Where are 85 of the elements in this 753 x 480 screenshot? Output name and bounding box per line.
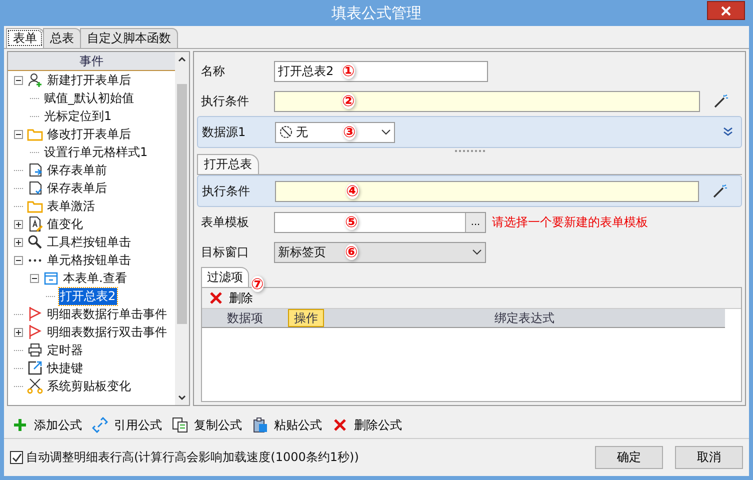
collapse-icon[interactable] — [14, 130, 23, 138]
expand-icon[interactable] — [723, 127, 733, 137]
condition-field[interactable] — [275, 180, 699, 202]
tab[interactable]: 自定义脚本函数 — [80, 28, 178, 48]
form-icon — [43, 270, 59, 286]
document-check-icon — [27, 180, 43, 196]
plus-icon — [12, 417, 28, 433]
tree-item[interactable]: 值变化 — [46, 216, 84, 232]
column-header[interactable]: 绑定表达式 — [324, 309, 725, 327]
field-label: 执行条件 — [200, 92, 250, 110]
collapse-icon[interactable] — [14, 256, 23, 264]
tab[interactable]: 总表 — [43, 28, 81, 48]
document-arrow-icon — [27, 162, 43, 178]
printer-icon — [27, 342, 43, 358]
tree-item[interactable]: 明细表数据行双击事件 — [46, 324, 168, 340]
tree-item[interactable]: 系统剪贴板变化 — [46, 378, 132, 394]
no-entry-icon — [279, 125, 293, 139]
field-label: 目标窗口 — [200, 244, 250, 260]
checkbox[interactable] — [10, 451, 23, 464]
dialog-button[interactable]: 确定 — [595, 446, 663, 469]
column-header[interactable]: 数据项 — [202, 309, 288, 327]
field-label: 表单模板 — [200, 214, 250, 230]
browse-button[interactable]: ... — [465, 212, 485, 232]
section-tab[interactable]: 打开总表 — [197, 154, 259, 174]
condition-field[interactable] — [274, 90, 700, 112]
tree-item[interactable]: 快捷键 — [46, 360, 84, 376]
shortcut-icon — [27, 360, 43, 376]
expand-icon[interactable] — [14, 328, 23, 336]
flag-icon — [27, 324, 43, 340]
clipboard-icon — [252, 417, 268, 433]
tree-item[interactable]: 保存表单后 — [46, 180, 108, 196]
column-header[interactable]: 操作 — [288, 309, 324, 327]
close-icon — [208, 290, 224, 306]
tree-item[interactable]: 本表单.查看 — [62, 270, 128, 286]
tree-item[interactable]: 打开总表2 — [59, 288, 117, 304]
tree-item[interactable]: 保存表单前 — [46, 162, 108, 178]
expand-icon[interactable] — [14, 220, 23, 228]
tree-item[interactable]: 修改打开表单后 — [46, 126, 132, 142]
toolbar-button[interactable]: 删除公式 — [332, 416, 402, 434]
link-icon — [92, 417, 108, 433]
tree-item[interactable]: 单元格按钮单击 — [46, 252, 132, 268]
scroll-up-icon[interactable] — [178, 56, 186, 62]
tree-item[interactable]: 设置行单元格样式1 — [43, 144, 149, 160]
tab[interactable]: 表单 — [6, 28, 44, 48]
close-button[interactable] — [707, 1, 745, 20]
tree-item[interactable]: 定时器 — [46, 342, 84, 358]
toolbar-button[interactable]: 复制公式 — [172, 416, 242, 434]
expand-icon[interactable] — [14, 238, 23, 246]
scroll-down-icon[interactable] — [178, 395, 186, 401]
annotation-number: ⑦ — [251, 276, 264, 292]
filter-tab[interactable]: 过滤项 — [201, 267, 249, 287]
tree-item[interactable]: 光标定位到1 — [43, 108, 113, 124]
tree-item[interactable]: 明细表数据行单击事件 — [46, 306, 168, 322]
column-header: 事件 — [8, 52, 175, 71]
window-title: 填表公式管理 — [332, 4, 422, 22]
toolbar-button[interactable]: 粘贴公式 — [252, 416, 322, 434]
checkbox-label[interactable]: 自动调整明细表行高(计算行高会影响加载速度(1000条约1秒)) — [26, 449, 359, 466]
scissors-icon — [27, 378, 43, 394]
tree-item[interactable]: 工具栏按钮单击 — [46, 234, 132, 250]
user-add-icon — [27, 72, 43, 88]
dots-icon — [27, 258, 43, 262]
magnifier-icon — [27, 234, 43, 250]
close-icon — [332, 417, 348, 433]
close-icon — [721, 6, 731, 16]
collapse-icon[interactable] — [14, 76, 23, 84]
caret-icon — [381, 129, 391, 135]
caret-icon — [472, 249, 482, 255]
tree-item[interactable]: 表单激活 — [46, 198, 96, 214]
hint-text: 请选择一个要新建的表单模板 — [492, 214, 648, 230]
tree-item[interactable]: 赋值_默认初始值 — [43, 90, 135, 106]
flag-icon — [27, 306, 43, 322]
field-label: 执行条件 — [201, 182, 251, 200]
scrollbar[interactable] — [175, 52, 189, 405]
delete-button[interactable]: 删除 — [206, 290, 255, 306]
field-label: 名称 — [200, 62, 226, 80]
toolbar-button[interactable]: 添加公式 — [12, 416, 82, 434]
toolbar-button[interactable]: 引用公式 — [92, 416, 162, 434]
document-pen-icon — [27, 216, 43, 232]
copy-icon — [172, 417, 188, 433]
wand-icon[interactable] — [713, 184, 727, 198]
tree-item[interactable]: 新建打开表单后 — [46, 72, 132, 88]
wand-icon[interactable] — [714, 94, 728, 108]
collapse-icon[interactable] — [30, 274, 39, 282]
dialog-button[interactable]: 取消 — [675, 446, 743, 469]
field-label: 数据源1 — [201, 124, 247, 140]
